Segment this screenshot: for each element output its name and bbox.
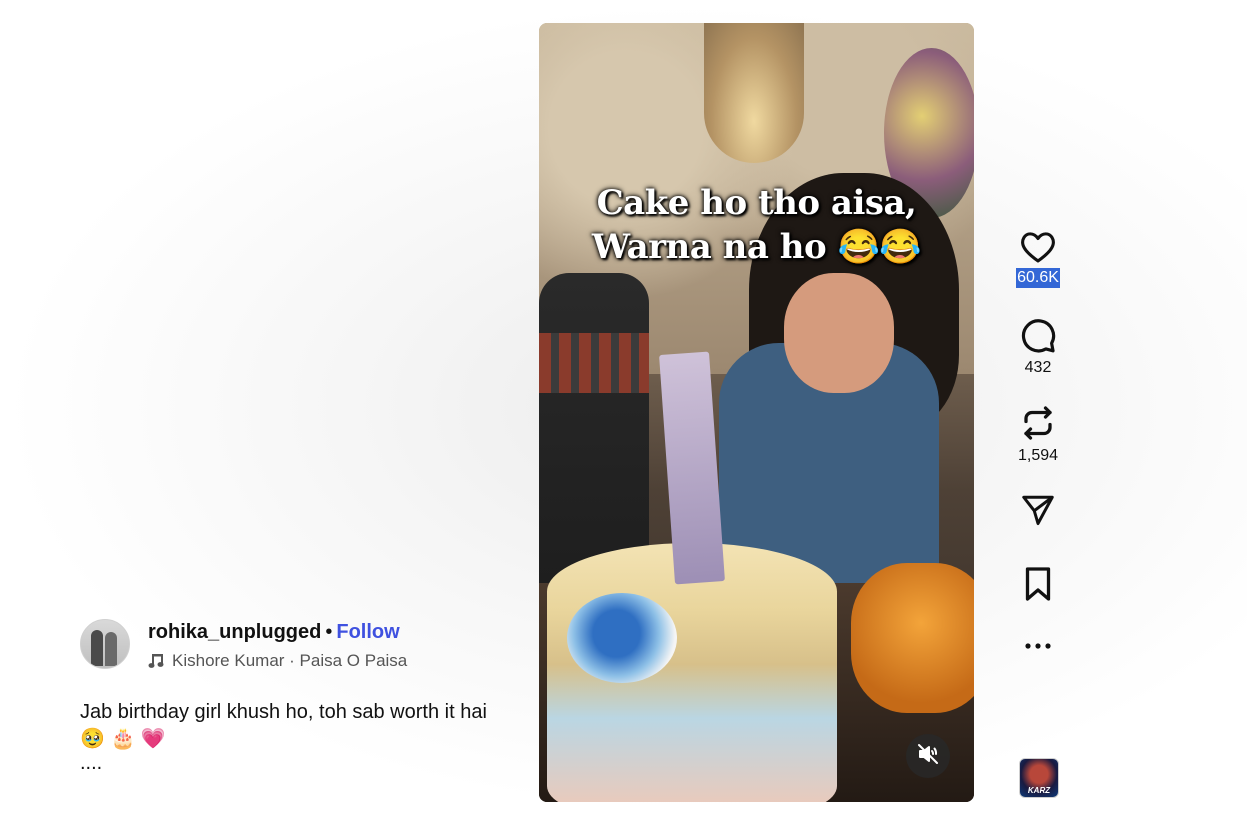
comment-icon — [1019, 316, 1057, 354]
comment-count: 432 — [1024, 359, 1052, 376]
repost-count: 1,594 — [1017, 447, 1059, 464]
audio-link[interactable]: Kishore Kumar · Paisa O Paisa — [148, 651, 407, 671]
avatar[interactable] — [80, 619, 130, 669]
video-scene-second-cake — [851, 563, 974, 713]
video-caption-line-1: Cake ho tho aisa, — [596, 183, 917, 223]
heart-icon — [1019, 230, 1057, 264]
post-description: Jab birthday girl khush ho, toh sab wort… — [80, 699, 500, 773]
audio-thumbnail-label: KARZ — [1027, 786, 1051, 795]
repost-icon — [1020, 404, 1056, 442]
audio-label: Kishore Kumar · Paisa O Paisa — [172, 651, 408, 670]
audio-thumbnail[interactable]: KARZ — [1019, 758, 1059, 798]
description-text: Jab birthday girl khush ho, toh sab wort… — [80, 701, 487, 750]
comment-button[interactable]: 432 — [1019, 316, 1057, 378]
author-line: rohika_unplugged • Follow — [148, 620, 407, 644]
author-meta: rohika_unplugged • Follow Kishore Kumar · … — [148, 620, 407, 671]
video-scene-face — [784, 273, 894, 393]
like-button[interactable]: 60.6K — [1016, 230, 1060, 288]
author-block: rohika_unplugged • Follow Kishore Kumar · … — [80, 619, 407, 671]
bookmark-icon — [1022, 566, 1054, 602]
music-note-icon — [148, 653, 164, 669]
more-options-button[interactable] — [1024, 642, 1052, 650]
description-more-button[interactable]: .... — [80, 753, 500, 773]
mute-button[interactable] — [906, 734, 950, 778]
send-icon — [1019, 492, 1057, 528]
video-caption: Cake ho tho aisa, Warna na ho 😂😂 — [539, 181, 974, 269]
like-count: 60.6K — [1016, 268, 1060, 288]
more-dots-icon — [1024, 642, 1052, 650]
save-button[interactable] — [1022, 566, 1054, 602]
follow-button[interactable]: Follow — [336, 621, 399, 643]
speaker-muted-icon — [916, 742, 940, 771]
video-scene-niche — [704, 23, 804, 163]
video-caption-line-2: Warna na ho 😂😂 — [591, 227, 922, 267]
repost-button[interactable]: 1,594 — [1018, 404, 1058, 466]
reel-video[interactable]: Cake ho tho aisa, Warna na ho 😂😂 — [539, 23, 974, 802]
action-rail: 60.6K 432 1,594 — [1004, 230, 1072, 650]
username-link[interactable]: rohika_unplugged — [148, 621, 321, 643]
separator-dot: • — [325, 621, 333, 643]
share-button[interactable] — [1019, 492, 1057, 528]
